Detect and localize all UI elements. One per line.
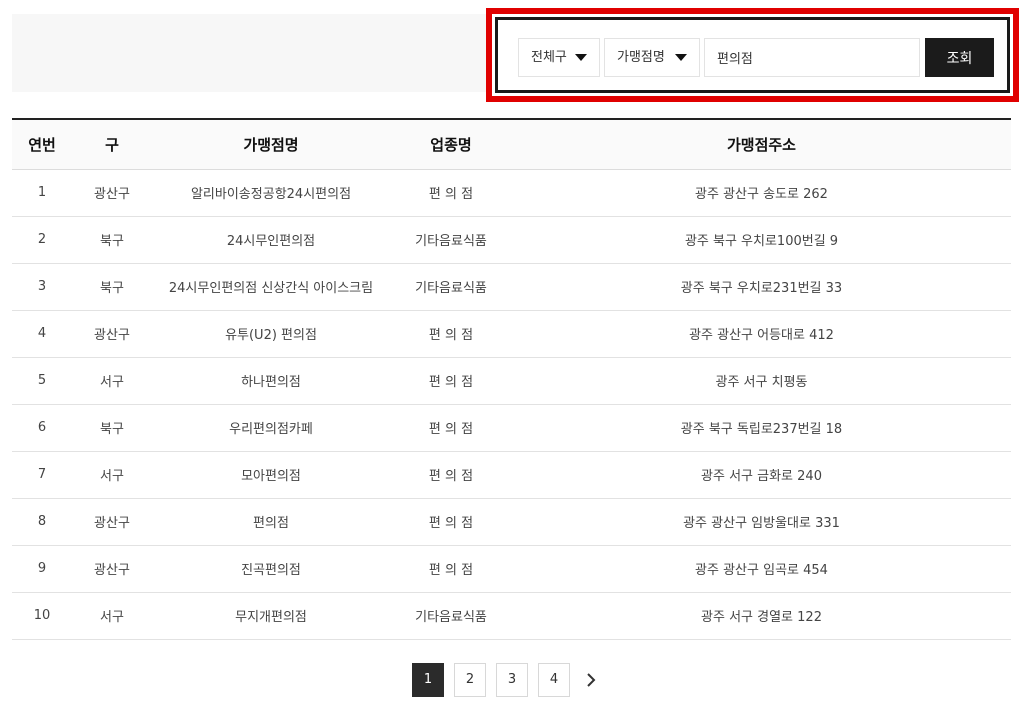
cell-store-name: 모아편의점 — [152, 451, 390, 499]
search-field-select[interactable]: 가맹점명 — [604, 38, 700, 77]
cell-store-name: 24시무인편의점 — [152, 216, 390, 264]
search-bar: 전체구 가맹점명 조회 — [495, 17, 1010, 93]
cell-number: 1 — [12, 169, 72, 217]
page-4-button[interactable]: 4 — [538, 663, 570, 697]
cell-store-address: 광주 서구 치평동 — [512, 357, 1011, 405]
cell-store-address: 광주 서구 경열로 122 — [512, 592, 1011, 640]
store-table: 연번 구 가맹점명 업종명 가맹점주소 1 광산구 알리바이송정공항24시편의점 편 … — [12, 118, 1011, 640]
header-store-name: 가맹점명 — [152, 119, 390, 170]
cell-number: 8 — [12, 498, 72, 546]
cell-business-type: 기타음료식품 — [390, 592, 512, 640]
table-row: 6 북구 우리편의점카페 편 의 점 광주 북구 독립로237번길 18 — [12, 404, 1011, 452]
cell-store-address: 광주 광산구 임곡로 454 — [512, 545, 1011, 593]
search-button[interactable]: 조회 — [925, 38, 994, 77]
cell-business-type: 편 의 점 — [390, 498, 512, 546]
cell-store-name: 유투(U2) 편의점 — [152, 310, 390, 358]
district-select[interactable]: 전체구 — [518, 38, 600, 77]
table-row: 7 서구 모아편의점 편 의 점 광주 서구 금화로 240 — [12, 451, 1011, 499]
cell-district: 광산구 — [72, 169, 152, 217]
cell-district: 서구 — [72, 592, 152, 640]
cell-business-type: 편 의 점 — [390, 545, 512, 593]
cell-number: 10 — [12, 592, 72, 640]
header-business-type: 업종명 — [390, 119, 512, 170]
cell-number: 3 — [12, 263, 72, 311]
chevron-right-icon[interactable] — [582, 671, 600, 689]
cell-store-address: 광주 북구 우치로231번길 33 — [512, 263, 1011, 311]
district-select-value: 전체구 — [531, 50, 567, 65]
cell-business-type: 편 의 점 — [390, 310, 512, 358]
table-row: 8 광산구 편의점 편 의 점 광주 광산구 임방울대로 331 — [12, 498, 1011, 546]
cell-store-name: 24시무인편의점 신상간식 아이스크림 — [152, 263, 390, 311]
cell-store-name: 우리편의점카페 — [152, 404, 390, 452]
cell-district: 서구 — [72, 357, 152, 405]
table-body: 1 광산구 알리바이송정공항24시편의점 편 의 점 광주 광산구 송도로 262 2 북구… — [12, 169, 1011, 640]
cell-number: 4 — [12, 310, 72, 358]
table-row: 5 서구 하나편의점 편 의 점 광주 서구 치평동 — [12, 357, 1011, 405]
cell-store-address: 광주 광산구 어등대로 412 — [512, 310, 1011, 358]
cell-number: 5 — [12, 357, 72, 405]
table-row: 2 북구 24시무인편의점 기타음료식품 광주 북구 우치로100번길 9 — [12, 216, 1011, 264]
header-number: 연번 — [12, 119, 72, 170]
cell-district: 광산구 — [72, 310, 152, 358]
keyword-input[interactable] — [704, 38, 920, 77]
cell-business-type: 편 의 점 — [390, 451, 512, 499]
cell-store-name: 편의점 — [152, 498, 390, 546]
cell-store-address: 광주 광산구 송도로 262 — [512, 169, 1011, 217]
header-store-address: 가맹점주소 — [512, 119, 1011, 170]
cell-store-address: 광주 서구 금화로 240 — [512, 451, 1011, 499]
cell-business-type: 기타음료식품 — [390, 216, 512, 264]
cell-business-type: 편 의 점 — [390, 404, 512, 452]
header-district: 구 — [72, 119, 152, 170]
cell-district: 북구 — [72, 404, 152, 452]
cell-store-address: 광주 광산구 임방울대로 331 — [512, 498, 1011, 546]
cell-business-type: 편 의 점 — [390, 357, 512, 405]
table-header-row: 연번 구 가맹점명 업종명 가맹점주소 — [12, 119, 1011, 170]
search-box-highlight: 전체구 가맹점명 조회 — [486, 8, 1019, 102]
table-row: 4 광산구 유투(U2) 편의점 편 의 점 광주 광산구 어등대로 412 — [12, 310, 1011, 358]
table-row: 10 서구 무지개편의점 기타음료식품 광주 서구 경열로 122 — [12, 592, 1011, 640]
cell-store-name: 무지개편의점 — [152, 592, 390, 640]
dropdown-arrow-icon — [675, 54, 687, 61]
cell-number: 6 — [12, 404, 72, 452]
table-row: 9 광산구 진곡편의점 편 의 점 광주 광산구 임곡로 454 — [12, 545, 1011, 593]
cell-store-address: 광주 북구 독립로237번길 18 — [512, 404, 1011, 452]
cell-business-type: 편 의 점 — [390, 169, 512, 217]
cell-district: 서구 — [72, 451, 152, 499]
page-1-button[interactable]: 1 — [412, 663, 444, 697]
cell-district: 광산구 — [72, 545, 152, 593]
cell-district: 북구 — [72, 216, 152, 264]
cell-store-name: 하나편의점 — [152, 357, 390, 405]
page-3-button[interactable]: 3 — [496, 663, 528, 697]
table-row: 1 광산구 알리바이송정공항24시편의점 편 의 점 광주 광산구 송도로 262 — [12, 169, 1011, 217]
cell-number: 9 — [12, 545, 72, 593]
page-2-button[interactable]: 2 — [454, 663, 486, 697]
cell-district: 광산구 — [72, 498, 152, 546]
cell-number: 2 — [12, 216, 72, 264]
cell-number: 7 — [12, 451, 72, 499]
cell-business-type: 기타음료식품 — [390, 263, 512, 311]
cell-district: 북구 — [72, 263, 152, 311]
dropdown-arrow-icon — [575, 54, 587, 61]
cell-store-name: 알리바이송정공항24시편의점 — [152, 169, 390, 217]
cell-store-address: 광주 북구 우치로100번길 9 — [512, 216, 1011, 264]
cell-store-name: 진곡편의점 — [152, 545, 390, 593]
table-row: 3 북구 24시무인편의점 신상간식 아이스크림 기타음료식품 광주 북구 우치로231… — [12, 263, 1011, 311]
search-field-select-value: 가맹점명 — [617, 50, 665, 65]
